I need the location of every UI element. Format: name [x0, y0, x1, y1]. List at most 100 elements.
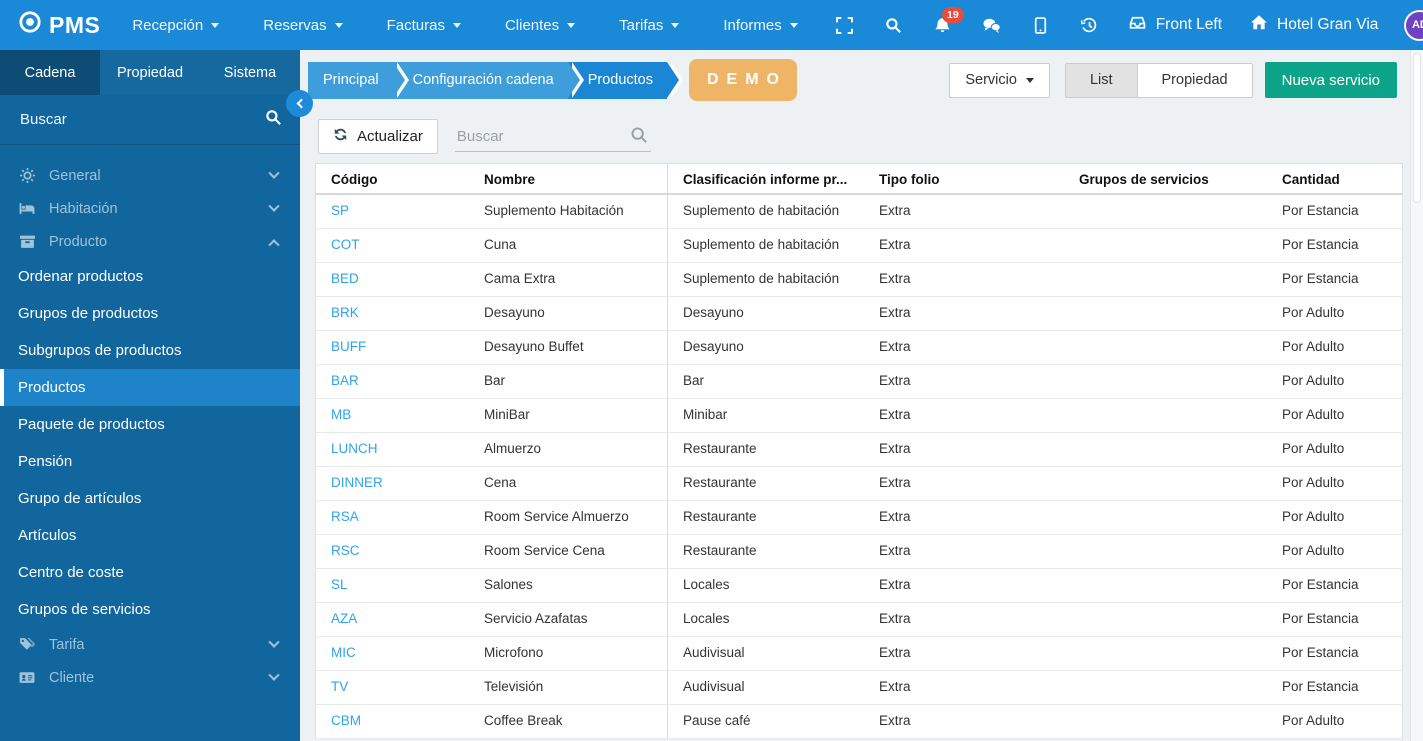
- product-code-link[interactable]: DINNER: [316, 467, 469, 501]
- sidebar-search: [0, 95, 300, 145]
- table-cell: Por Estancia: [1267, 671, 1402, 705]
- chevron-down-icon: [268, 167, 280, 179]
- service-type-dropdown[interactable]: Servicio: [949, 62, 1050, 98]
- product-code-link[interactable]: CBM: [316, 705, 469, 739]
- page-actions: Servicio List Propiedad Nueva servicio: [949, 62, 1397, 98]
- sidebar-tab-propiedad[interactable]: Propiedad: [100, 50, 200, 95]
- table-row: MIC Microfono Audivisual Extra Por Estancia: [316, 637, 1402, 671]
- product-code-link[interactable]: SP: [316, 195, 469, 229]
- table-cell: Desayuno: [667, 297, 864, 331]
- product-code-link[interactable]: LUNCH: [316, 433, 469, 467]
- sidebar-collapse-button[interactable]: [286, 90, 313, 117]
- sidebar-item-grupo-de-articulos[interactable]: Grupo de artículos: [0, 480, 300, 517]
- history-button[interactable]: [1065, 17, 1114, 34]
- sidebar-section-habitacion[interactable]: Habitación: [0, 192, 300, 225]
- sidebar-section-general[interactable]: General: [0, 159, 300, 192]
- sidebar-item-productos[interactable]: Productos: [0, 369, 300, 406]
- sidebar-item-grupos-de-servicios[interactable]: Grupos de servicios: [0, 591, 300, 628]
- table-cell: [1064, 501, 1267, 535]
- product-code-link[interactable]: BUFF: [316, 331, 469, 365]
- product-code-link[interactable]: RSC: [316, 535, 469, 569]
- tablet-icon: [1032, 16, 1049, 34]
- table-cell: Extra: [864, 229, 1064, 263]
- main-content: Principal Configuración cadena Productos D…: [300, 50, 1423, 741]
- sidebar-tab-cadena[interactable]: Cadena: [0, 50, 100, 95]
- table-row: MB MiniBar Minibar Extra Por Adulto: [316, 399, 1402, 433]
- table-cell: Desayuno Buffet: [469, 331, 667, 365]
- table-search-input[interactable]: [454, 121, 651, 152]
- breadcrumb-item-configuracion-cadena[interactable]: Configuración cadena: [392, 61, 584, 99]
- chevron-down-icon: [789, 22, 798, 28]
- sidebar-item-paquete-de-productos[interactable]: Paquete de productos: [0, 406, 300, 443]
- table-cell: Por Adulto: [1267, 467, 1402, 501]
- table-cell: Por Adulto: [1267, 331, 1402, 365]
- table-cell: Desayuno: [469, 297, 667, 331]
- nav-item-facturas[interactable]: Facturas: [365, 0, 483, 50]
- product-code-link[interactable]: MB: [316, 399, 469, 433]
- product-code-link[interactable]: MIC: [316, 637, 469, 671]
- table-cell: Servicio Azafatas: [469, 603, 667, 637]
- view-button-list[interactable]: List: [1064, 62, 1138, 98]
- global-search-button[interactable]: [869, 17, 918, 34]
- sidebar-tab-sistema[interactable]: Sistema: [200, 50, 300, 95]
- table-cell: [1064, 297, 1267, 331]
- table-cell: Restaurante: [667, 467, 864, 501]
- front-office-selector[interactable]: Front Left: [1114, 14, 1236, 36]
- product-code-link[interactable]: BED: [316, 263, 469, 297]
- messages-button[interactable]: [967, 17, 1016, 34]
- notifications-button[interactable]: 19: [918, 6, 967, 34]
- product-code-link[interactable]: TV: [316, 671, 469, 705]
- nav-item-informes[interactable]: Informes: [701, 0, 819, 50]
- table-row: RSC Room Service Cena Restaurante Extra Por …: [316, 535, 1402, 569]
- product-code-link[interactable]: SL: [316, 569, 469, 603]
- product-code-link[interactable]: COT: [316, 229, 469, 263]
- new-service-button[interactable]: Nueva servicio: [1264, 62, 1397, 98]
- sidebar-search-input[interactable]: [18, 110, 265, 129]
- chat-icon: [982, 17, 1001, 34]
- mobile-device-button[interactable]: [1016, 16, 1065, 34]
- products-table: Código Nombre Clasificación informe pr... T…: [315, 163, 1403, 739]
- scrollbar-thumb[interactable]: [1413, 53, 1421, 203]
- sidebar-item-pension[interactable]: Pensión: [0, 443, 300, 480]
- vertical-scrollbar[interactable]: [1410, 50, 1423, 741]
- fullscreen-button[interactable]: [820, 16, 869, 34]
- table-cell: Restaurante: [667, 433, 864, 467]
- product-code-link[interactable]: RSA: [316, 501, 469, 535]
- nav-item-clientes[interactable]: Clientes: [483, 0, 597, 50]
- product-code-link[interactable]: AZA: [316, 603, 469, 637]
- table-cell: Por Estancia: [1267, 637, 1402, 671]
- refresh-button[interactable]: Actualizar: [318, 119, 438, 154]
- table-cell: [1064, 569, 1267, 603]
- table-cell: Restaurante: [667, 501, 864, 535]
- sidebar-section-cliente[interactable]: Cliente: [0, 661, 300, 694]
- table-cell: Suplemento Habitación: [469, 195, 667, 229]
- sidebar-item-articulos[interactable]: Artículos: [0, 517, 300, 554]
- brand-logo[interactable]: PMS: [18, 10, 100, 40]
- avatar[interactable]: AD: [1404, 9, 1423, 41]
- table-cell: Extra: [864, 637, 1064, 671]
- table-cell: [1064, 705, 1267, 739]
- table-cell: Audivisual: [667, 637, 864, 671]
- hotel-selector[interactable]: Hotel Gran Via: [1236, 14, 1392, 36]
- table-cell: Extra: [864, 331, 1064, 365]
- nav-item-tarifas[interactable]: Tarifas: [597, 0, 701, 50]
- table-cell: [1064, 603, 1267, 637]
- table-cell: [1064, 263, 1267, 297]
- nav-item-recepcion[interactable]: Recepción: [110, 0, 241, 50]
- breadcrumb-item-principal[interactable]: Principal: [308, 61, 409, 99]
- sidebar-section-producto[interactable]: Producto: [0, 225, 300, 258]
- history-icon: [1080, 17, 1098, 34]
- nav-item-reservas[interactable]: Reservas: [241, 0, 364, 50]
- product-code-link[interactable]: BRK: [316, 297, 469, 331]
- sidebar-item-subgrupos-de-productos[interactable]: Subgrupos de productos: [0, 332, 300, 369]
- sidebar-section-tarifa[interactable]: Tarifa: [0, 628, 300, 661]
- view-button-propiedad[interactable]: Propiedad: [1137, 62, 1253, 98]
- sidebar-item-centro-de-coste[interactable]: Centro de coste: [0, 554, 300, 591]
- table-row: RSA Room Service Almuerzo Restaurante Extra…: [316, 501, 1402, 535]
- product-code-link[interactable]: BAR: [316, 365, 469, 399]
- service-type-label: Servicio: [965, 72, 1017, 88]
- table-cell: Por Adulto: [1267, 365, 1402, 399]
- sidebar-item-ordenar-productos[interactable]: Ordenar productos: [0, 258, 300, 295]
- sidebar-tabs: Cadena Propiedad Sistema: [0, 50, 300, 95]
- sidebar-item-grupos-de-productos[interactable]: Grupos de productos: [0, 295, 300, 332]
